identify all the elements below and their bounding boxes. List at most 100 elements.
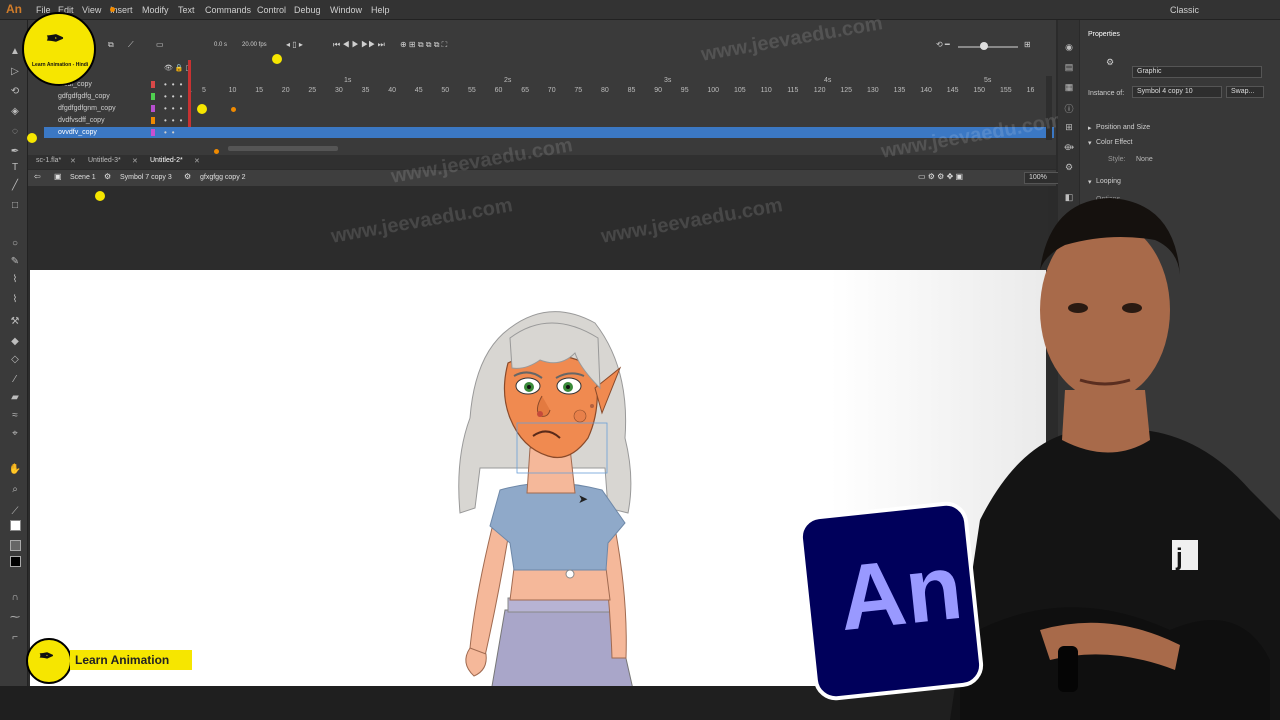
learn-animation-small-badge: ✒ <box>26 638 72 684</box>
symbol-type-icon: ⚙ <box>1106 57 1115 67</box>
ink-tool-icon[interactable]: ◇ <box>8 354 22 366</box>
frame-size-slider[interactable] <box>958 46 1018 48</box>
transform-icon[interactable]: ⟴ <box>1063 142 1075 153</box>
pin-tool-icon[interactable]: ⌖ <box>8 428 22 440</box>
pen-tool-icon[interactable]: ✒ <box>8 146 22 158</box>
layer-header-icons[interactable]: 👁 🔒 ▯ <box>164 64 189 72</box>
swatches-icon[interactable]: ▦ <box>1063 82 1075 93</box>
color-panel-icon[interactable]: ◉ <box>1063 42 1075 53</box>
align-icon[interactable]: ⊞ <box>1063 122 1075 133</box>
playback-controls[interactable]: ⏮ ◀ ▶ ▶▶ ⏭ <box>333 40 385 50</box>
expand-arrow-icon[interactable]: ▾ <box>1088 139 1092 147</box>
layer-folder-icon[interactable]: ⧉ <box>108 40 114 50</box>
menu-view[interactable]: View <box>82 5 101 15</box>
layer-state-dots[interactable]: •• <box>164 127 180 138</box>
menu-modify[interactable]: Modify <box>142 5 169 15</box>
layer-name: dfgdfgdfgnm_copy <box>58 105 116 112</box>
instance-of-field: Symbol 4 copy 10 <box>1132 86 1222 98</box>
hand-tool-icon[interactable]: ✋ <box>8 464 22 476</box>
tab-untitled-2[interactable]: Untitled-2* <box>150 157 183 164</box>
menu-help[interactable]: Help <box>371 5 390 15</box>
layer-state-dots[interactable]: ••• <box>164 91 187 102</box>
paint-tool-icon[interactable]: ◈ <box>8 106 22 118</box>
layer-color <box>151 117 155 124</box>
paintbrush-tool-icon[interactable]: ⌇ <box>8 294 22 306</box>
bone-tool-icon[interactable]: ⚒ <box>8 316 22 328</box>
menu-control[interactable]: Control <box>257 5 286 15</box>
properties-title[interactable]: Properties <box>1088 31 1120 38</box>
width-tool-icon[interactable]: ≈ <box>8 410 22 422</box>
layer-row[interactable]: gdfgdfgdfg_copy ••• <box>44 91 1054 102</box>
layer-state-dots[interactable]: ••• <box>164 79 187 90</box>
brush-tool-icon[interactable]: ⌇ <box>8 274 22 286</box>
oval-tool-icon[interactable]: ○ <box>8 238 22 250</box>
center-frame-icon[interactable]: ⟲ ━ <box>936 40 950 49</box>
snap-magnet-icon[interactable]: ∩ <box>8 592 22 604</box>
back-arrow-icon[interactable]: ⇦ <box>34 172 41 181</box>
layer-state-dots[interactable]: ••• <box>164 103 187 114</box>
pen-nib-icon: ✒ <box>39 646 55 666</box>
info-icon[interactable]: ⓘ <box>1063 102 1075 115</box>
layer-color <box>151 93 155 100</box>
menu-commands[interactable]: Commands <box>205 5 251 15</box>
cursor-trail-dot <box>214 149 219 154</box>
breadcrumb-scene[interactable]: Scene 1 <box>70 174 96 181</box>
graphic-icon: ⚙ <box>184 172 192 181</box>
eraser-tool-icon[interactable]: ▰ <box>8 392 22 404</box>
line-tool-icon[interactable]: ╱ <box>8 180 22 192</box>
black-color-swatch[interactable] <box>10 556 21 567</box>
fill-color-swatch[interactable] <box>10 520 21 531</box>
onion-skin-icon[interactable]: ⊕ ⊞ ⧉ ⧉ ⧉ ⛶ <box>400 40 447 50</box>
menu-bar: An File Edit View Insert Modify Text Com… <box>0 0 1280 20</box>
smooth-icon[interactable]: ⁓ <box>8 612 22 624</box>
eyedropper-tool-icon[interactable]: ⁄ <box>8 374 22 386</box>
fps-field[interactable]: 20.00 fps <box>242 42 267 48</box>
layer-row[interactable]: ...sdf_copy ••• <box>44 79 1054 90</box>
tab-untitled-3[interactable]: Untitled-3* <box>88 157 121 164</box>
layer-row[interactable]: dvdfvsdff_copy ••• <box>44 115 1054 126</box>
tab-sc-1[interactable]: sc-1.fla* <box>36 157 61 164</box>
swap-button[interactable]: Swap... <box>1226 86 1264 98</box>
style-select[interactable]: None <box>1136 156 1153 163</box>
stage-tools-icons[interactable]: ▭ ⚙ ⚙ ✥ ▣ <box>918 172 963 181</box>
pencil-tool-icon[interactable]: ✎ <box>8 256 22 268</box>
tab-close-icon[interactable]: ✕ <box>70 157 76 165</box>
camera-icon[interactable]: ▭ <box>156 40 164 49</box>
zoom-tool-icon[interactable]: ⌕ <box>8 484 22 496</box>
straighten-icon[interactable]: ⌐ <box>8 632 22 644</box>
tab-close-icon[interactable]: ✕ <box>132 157 138 165</box>
slider-thumb[interactable] <box>980 42 988 50</box>
position-size-section[interactable]: Position and Size <box>1096 124 1150 131</box>
bucket-tool-icon[interactable]: ◆ <box>8 336 22 348</box>
library-icon[interactable]: ▤ <box>1063 62 1075 73</box>
expand-icon[interactable]: ⊞ <box>1024 40 1031 49</box>
expand-arrow-icon[interactable]: ▾ <box>1088 178 1092 186</box>
collapse-arrow-icon[interactable]: ▸ <box>1088 124 1092 132</box>
workspace-switcher[interactable]: Classic <box>1170 5 1199 15</box>
graph-icon[interactable]: ⟋ <box>128 40 134 50</box>
timeline-h-scrollbar[interactable] <box>228 146 338 151</box>
selection-tool-icon[interactable]: ▲ <box>8 46 22 58</box>
layer-state-dots[interactable]: ••• <box>164 115 187 126</box>
prev-keyframe-icon[interactable]: ◂ ▯ ▸ <box>286 40 303 49</box>
menu-debug[interactable]: Debug <box>294 5 321 15</box>
transform-tool-icon[interactable]: ⟲ <box>8 86 22 98</box>
character-illustration[interactable] <box>430 298 670 686</box>
subselection-tool-icon[interactable]: ▷ <box>8 66 22 78</box>
rectangle-tool-icon[interactable]: □ <box>8 200 22 212</box>
stroke-color-icon[interactable]: ⟋ <box>8 506 22 518</box>
components-icon[interactable]: ⚙ <box>1063 162 1075 173</box>
text-tool-icon[interactable]: T <box>8 162 22 174</box>
color-effect-section[interactable]: Color Effect <box>1096 139 1132 146</box>
breadcrumb-graphic[interactable]: gfxgfgg copy 2 <box>200 174 246 181</box>
menu-text[interactable]: Text <box>178 5 195 15</box>
lasso-tool-icon[interactable]: ◌ <box>8 126 22 138</box>
swap-color-swatch[interactable] <box>10 540 21 551</box>
cursor-highlight <box>197 104 207 114</box>
tab-close-icon[interactable]: ✕ <box>194 157 200 165</box>
menu-window[interactable]: Window <box>330 5 362 15</box>
looping-section[interactable]: Looping <box>1096 178 1121 185</box>
layer-row[interactable]: dfgdfgdfgnm_copy ••• <box>44 103 1054 114</box>
symbol-type-select[interactable]: Graphic <box>1132 66 1262 78</box>
breadcrumb-symbol[interactable]: Symbol 7 copy 3 <box>120 174 172 181</box>
